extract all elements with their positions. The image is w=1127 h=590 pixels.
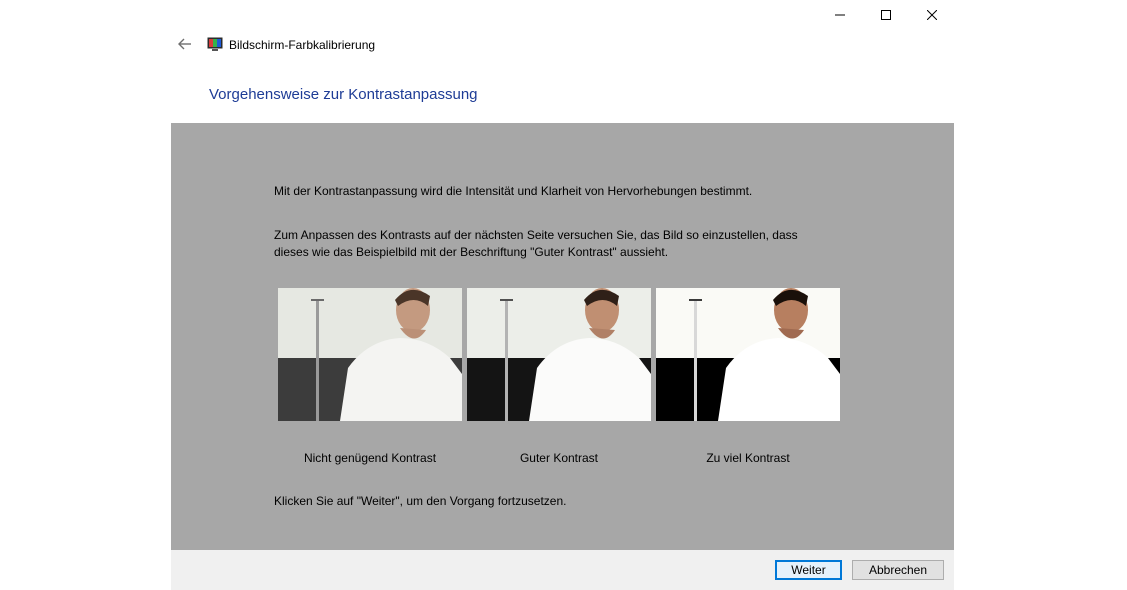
minimize-icon	[835, 14, 845, 16]
intro-text: Mit der Kontrastanpassung wird die Inten…	[274, 184, 753, 198]
button-bar: Weiter Abbrechen	[171, 550, 954, 590]
continue-hint-text: Klicken Sie auf "Weiter", um den Vorgang…	[274, 494, 567, 508]
caption-good-contrast: Guter Kontrast	[519, 451, 599, 465]
close-icon	[927, 10, 937, 20]
sample-image-good-contrast	[467, 288, 651, 421]
monitor-color-icon	[207, 37, 223, 51]
back-arrow-icon[interactable]	[176, 36, 194, 52]
sample-image-low-contrast	[278, 288, 462, 421]
minimize-button[interactable]	[817, 0, 863, 30]
maximize-button[interactable]	[863, 0, 909, 30]
instruction-text: Zum Anpassen des Kontrasts auf der nächs…	[274, 228, 798, 259]
maximize-icon	[881, 10, 891, 20]
window-title: Bildschirm-Farbkalibrierung	[229, 38, 376, 52]
sample-image-high-contrast	[656, 288, 840, 421]
page-title: Vorgehensweise zur Kontrastanpassung	[209, 86, 478, 103]
caption-low-contrast: Nicht genügend Kontrast	[303, 451, 437, 465]
caption-high-contrast: Zu viel Kontrast	[706, 451, 790, 465]
close-button[interactable]	[909, 0, 955, 30]
content-panel: Mit der Kontrastanpassung wird die Inten…	[171, 123, 954, 550]
next-button[interactable]: Weiter	[775, 560, 842, 580]
cancel-button[interactable]: Abbrechen	[852, 560, 944, 580]
